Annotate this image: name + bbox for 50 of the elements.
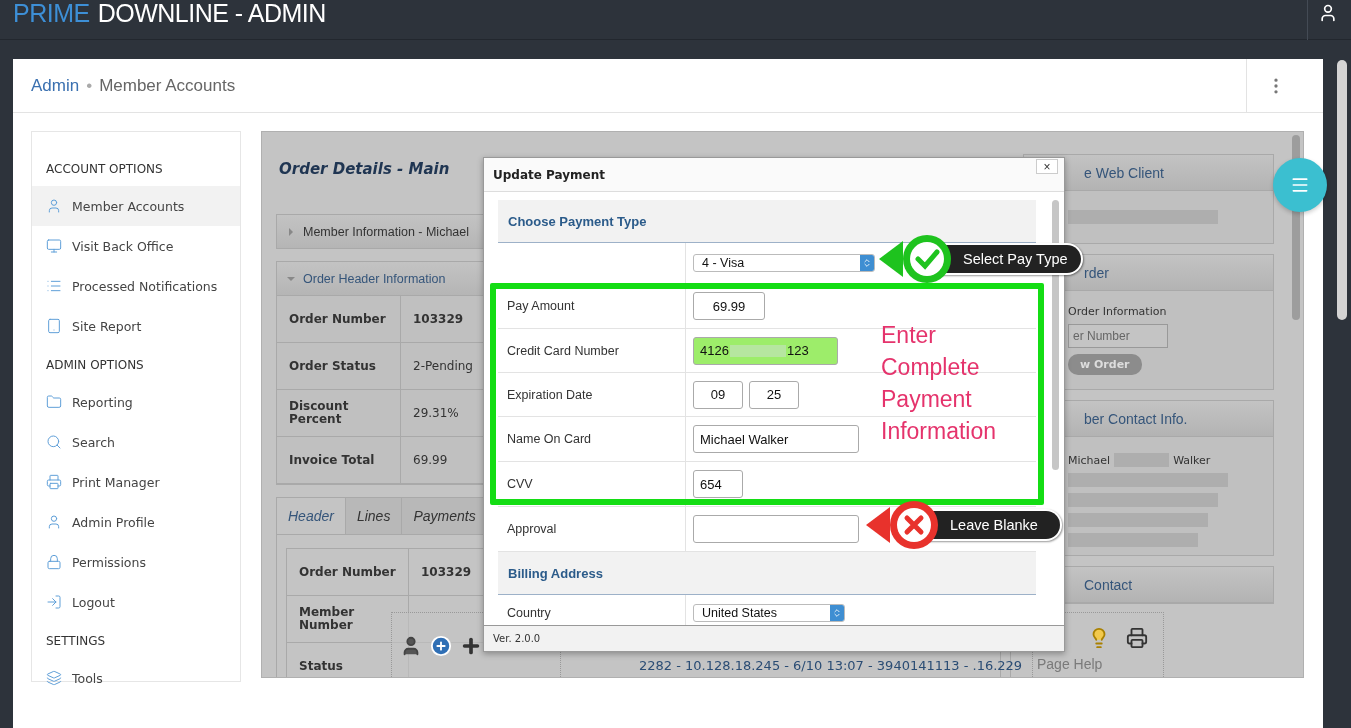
- select-field[interactable]: 4 - Visa: [693, 254, 875, 272]
- sidebar-item[interactable]: Site Report: [32, 306, 240, 346]
- sidebar-item[interactable]: Print Manager: [32, 462, 240, 502]
- order-number-field[interactable]: er Number: [1068, 324, 1168, 348]
- sidebar-item[interactable]: Member Accounts: [32, 186, 240, 226]
- field-label: Credit Card Number: [507, 343, 619, 358]
- field-label: Country: [507, 605, 551, 620]
- input-field[interactable]: 69.99: [693, 292, 765, 320]
- table-cell: Member Number: [287, 596, 409, 643]
- field-label: Approval: [507, 522, 557, 536]
- contact-name: Michael: [1068, 453, 1111, 467]
- status-text: 2282 - 10.128.18.245 - 6/10 13:07 - 3940141113 - .16.229: [639, 658, 1023, 673]
- section-title: ADMIN OPTIONS: [45, 357, 145, 374]
- sidebar-item[interactable]: Permissions: [32, 542, 240, 582]
- select-field[interactable]: United States: [693, 603, 845, 622]
- table-cell: Invoice Total: [277, 437, 401, 484]
- field-label: Order Information: [1068, 305, 1168, 318]
- sidebar-item[interactable]: Processed Notifications: [32, 266, 240, 306]
- version-text: Ver. 2.0.0: [493, 633, 541, 644]
- close-button[interactable]: ×: [1036, 159, 1058, 174]
- sidebar-item[interactable]: Reporting: [32, 382, 240, 422]
- contact-name: Walker: [1173, 453, 1211, 467]
- table-cell: Order Number: [277, 296, 401, 343]
- breadcrumb-link[interactable]: Admin: [31, 75, 80, 96]
- section-heading: Choose Payment Type: [498, 200, 1036, 243]
- logo: PRIME DOWNLINE - ADMIN: [13, 0, 326, 29]
- breadcrumb-current: Member Accounts: [99, 75, 236, 96]
- table-cell: Order Status: [277, 343, 401, 390]
- section-heading: Billing Address: [498, 552, 1036, 595]
- sidebar-item[interactable]: Logout: [32, 582, 240, 622]
- sidebar-item[interactable]: Admin Profile: [32, 502, 240, 542]
- section-title: ACCOUNT OPTIONS: [45, 161, 164, 178]
- input-field[interactable]: 25: [749, 380, 799, 409]
- dialog-title: Update Payment: [493, 167, 606, 182]
- sidebar-item[interactable]: Search: [32, 422, 240, 462]
- section-title: SETTINGS: [45, 633, 107, 650]
- page-title: Order Details - Main: [279, 160, 450, 178]
- table-cell: Order Number: [287, 549, 409, 596]
- field-label: Pay Amount: [507, 299, 575, 313]
- breadcrumb-separator: •: [86, 75, 93, 96]
- table-cell: Discount Percent: [277, 390, 401, 437]
- input-field[interactable]: 4126 123: [693, 336, 838, 365]
- input-field[interactable]: 654: [693, 470, 743, 498]
- tab[interactable]: Header: [277, 498, 346, 534]
- sidebar-item[interactable]: Tools: [32, 658, 240, 698]
- tab[interactable]: Lines: [345, 498, 403, 534]
- field-label: Expiration Date: [507, 387, 593, 402]
- sidebar-item[interactable]: Visit Back Office: [32, 226, 240, 266]
- input-field[interactable]: 09: [693, 380, 743, 409]
- input-field[interactable]: Michael Walker: [693, 425, 859, 453]
